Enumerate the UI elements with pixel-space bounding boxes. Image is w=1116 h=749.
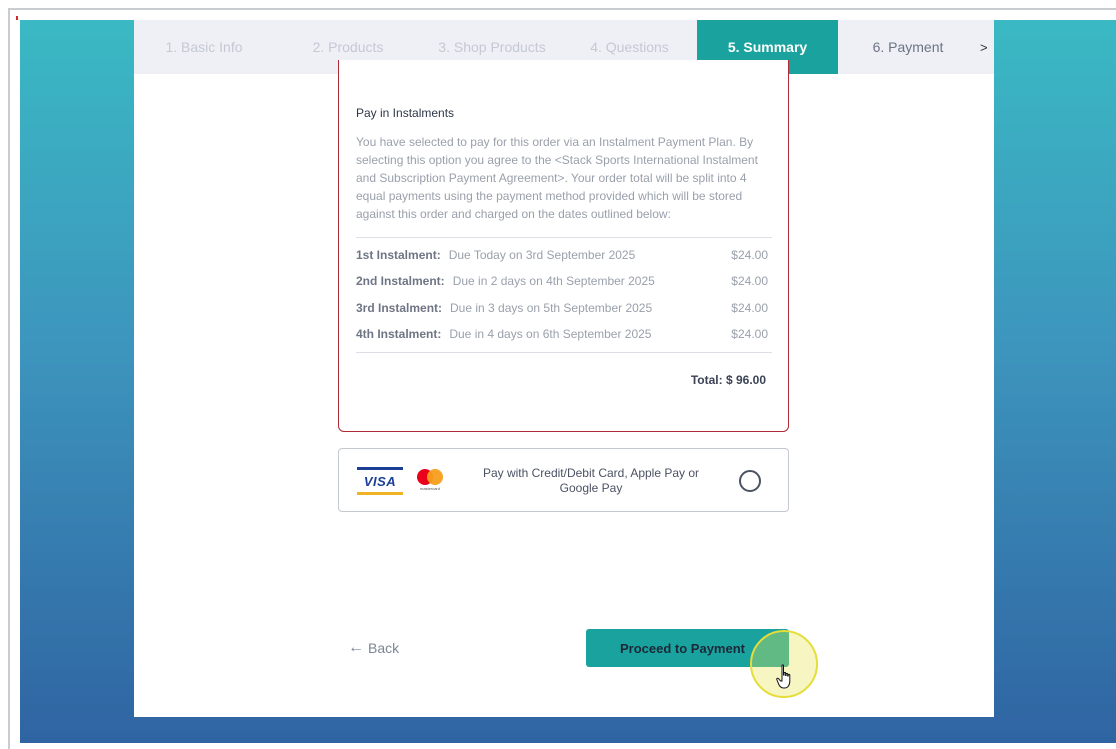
instalment-row-due: Due in 2 days on 4th September 2025 — [452, 274, 655, 288]
instalment-row: 4th Instalment: Due in 4 days on 6th Sept… — [356, 327, 768, 345]
mastercard-logo-text: mastercard — [419, 486, 440, 491]
instalment-row-label: 1st Instalment: — [356, 248, 441, 262]
instalment-row: 3rd Instalment: Due in 3 days on 5th Sept… — [356, 301, 768, 319]
back-button[interactable]: ← Back — [348, 639, 399, 657]
arrow-left-icon: ← — [348, 639, 364, 656]
payment-option-radio[interactable] — [739, 470, 761, 492]
instalment-title: Pay in Instalments — [356, 106, 455, 120]
instalment-row-due: Due in 4 days on 6th September 2025 — [449, 327, 652, 341]
instalment-divider-bottom — [356, 352, 772, 353]
instalment-total: Total: $ 96.00 — [690, 373, 766, 387]
hand-pointer-icon — [776, 664, 791, 689]
instalment-row-label: 3rd Instalment: — [356, 301, 443, 315]
visa-logo-icon: VISA — [357, 467, 403, 495]
instalment-description: You have selected to pay for this order … — [356, 135, 758, 221]
corner-marker — [16, 16, 18, 20]
instalment-row-due: Due in 3 days on 5th September 2025 — [450, 301, 653, 315]
instalment-row-amount: $24.00 — [731, 327, 768, 341]
payment-option-card[interactable]: VISA mastercard Pay with Credit/Debit Ca… — [338, 448, 789, 512]
instalment-row-label: 2nd Instalment: — [356, 274, 445, 288]
instalment-row-amount: $24.00 — [731, 301, 768, 315]
instalment-row: 1st Instalment: Due Today on 3rd Septembe… — [356, 248, 768, 266]
back-label: Back — [368, 640, 400, 656]
instalment-card: Pay in Instalments You have selected to … — [338, 60, 789, 432]
instalment-row-amount: $24.00 — [731, 248, 768, 262]
step-payment[interactable]: 6. Payment — [838, 20, 978, 74]
mastercard-logo-icon: mastercard — [415, 469, 445, 493]
instalment-row: 2nd Instalment: Due in 2 days on 4th Sept… — [356, 274, 768, 292]
instalment-divider-top — [356, 237, 772, 238]
instalment-row-label: 4th Instalment: — [356, 327, 442, 341]
instalment-row-amount: $24.00 — [731, 274, 768, 288]
step-basic-info[interactable]: 1. Basic Info — [134, 20, 274, 74]
steps-scroll-right[interactable]: > — [980, 20, 988, 74]
instalment-row-due: Due Today on 3rd September 2025 — [448, 248, 636, 262]
payment-option-label: Pay with Credit/Debit Card, Apple Pay or… — [482, 466, 700, 495]
